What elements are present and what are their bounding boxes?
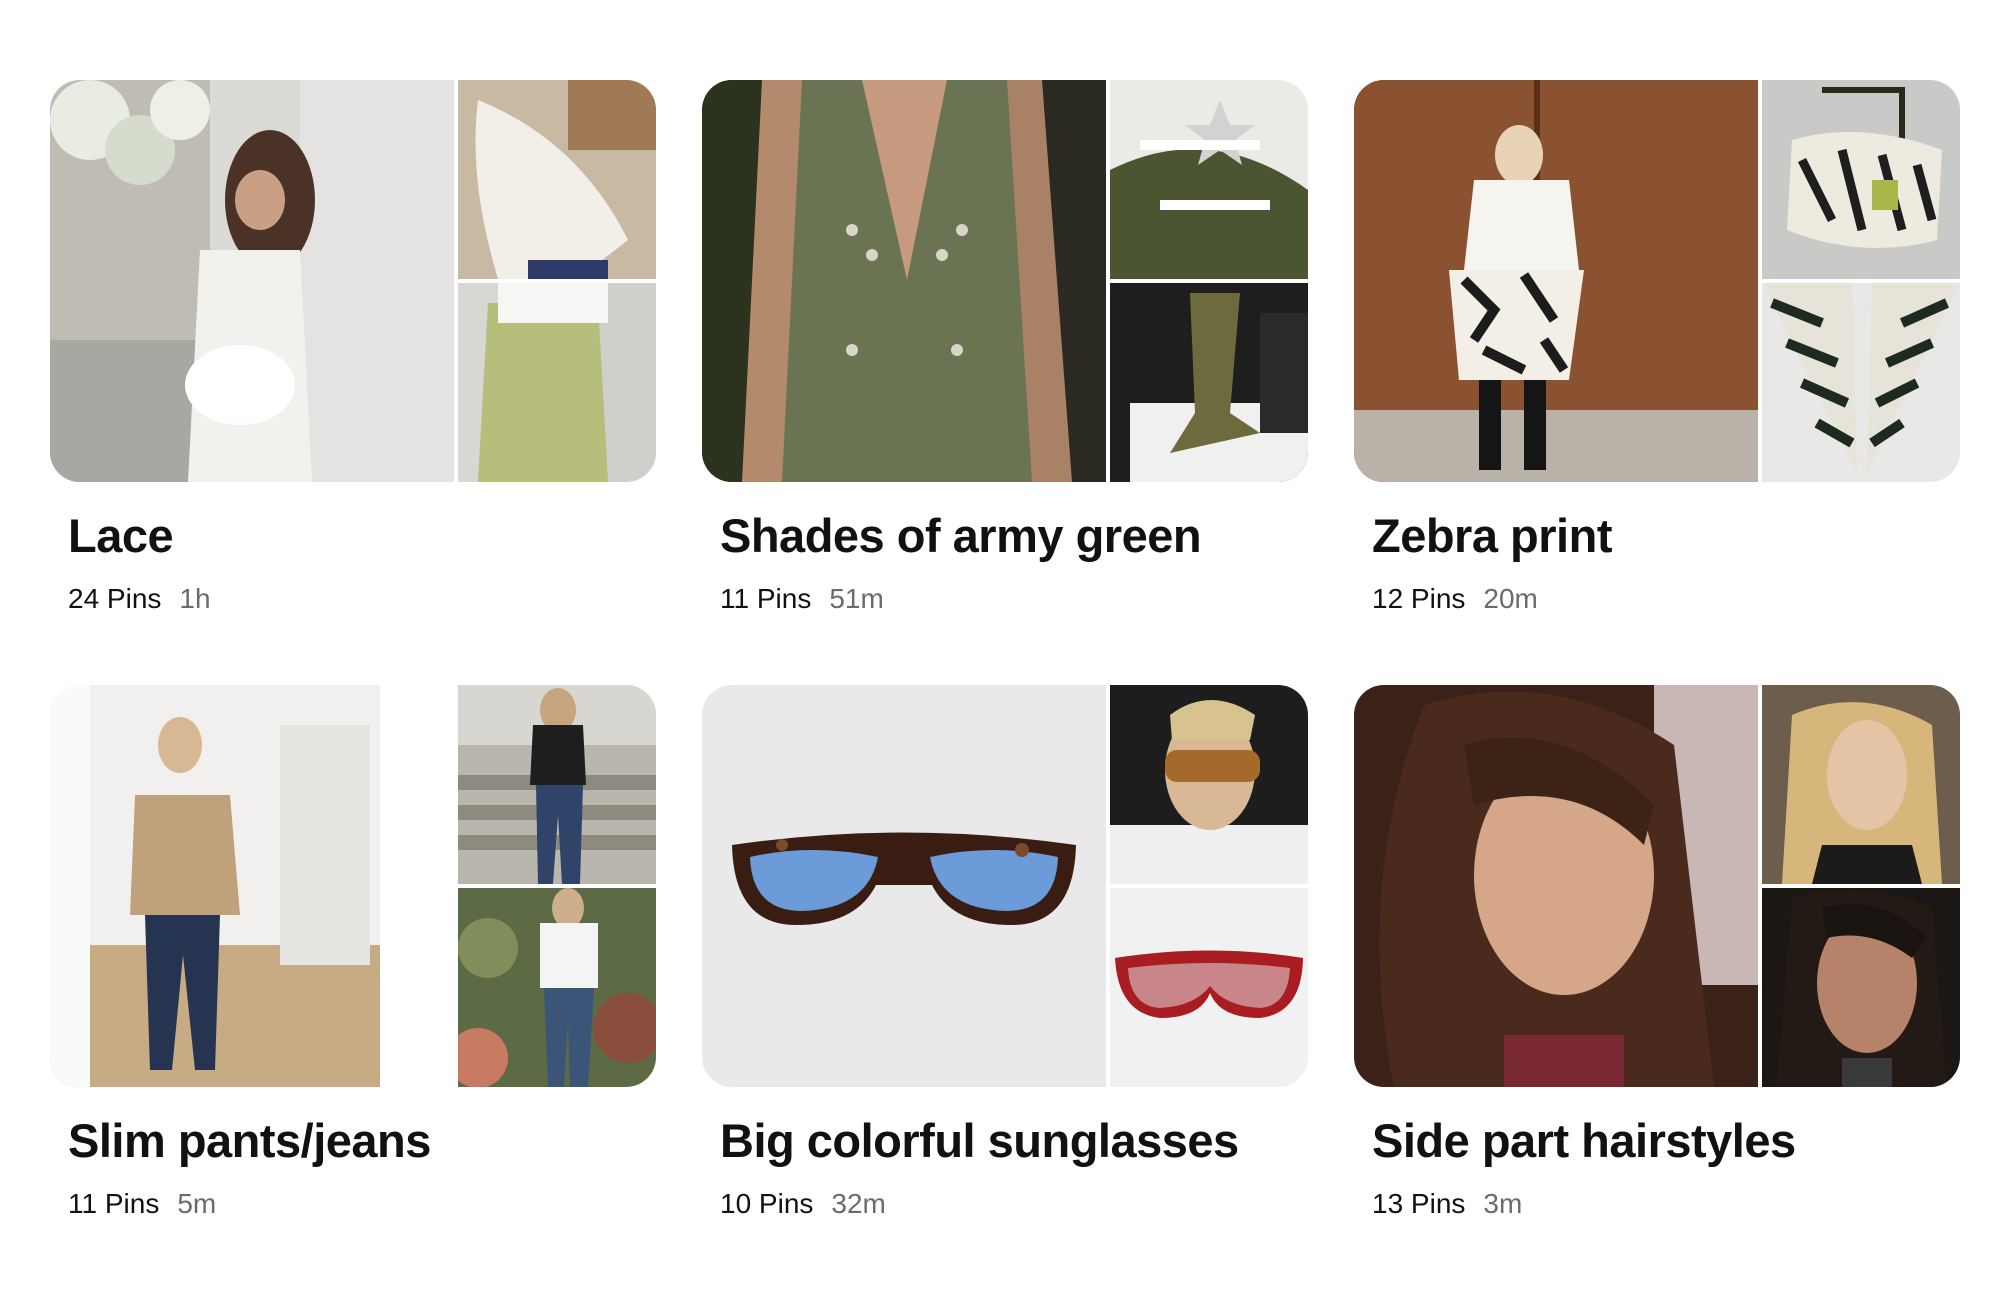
board-card-side-part[interactable]: Side part hairstyles 13 Pins 3m xyxy=(1354,685,1960,1290)
board-cover[interactable] xyxy=(50,80,656,482)
cover-image-bottom xyxy=(1762,283,1960,482)
board-cover[interactable] xyxy=(702,80,1308,482)
pin-count: 10 Pins xyxy=(720,1188,814,1220)
last-updated: 32m xyxy=(831,1188,886,1220)
cover-image-bottom xyxy=(458,283,656,482)
last-updated: 1h xyxy=(179,583,211,615)
cover-image-top xyxy=(1110,80,1308,279)
board-meta: 11 Pins 51m xyxy=(720,582,1308,616)
board-card-zebra-print[interactable]: Zebra print 12 Pins 20m xyxy=(1354,80,1960,685)
board-cover[interactable] xyxy=(50,685,656,1087)
cover-image-top xyxy=(1762,80,1960,279)
board-card-sunglasses[interactable]: Big colorful sunglasses 10 Pins 32m xyxy=(702,685,1308,1290)
cover-image-main xyxy=(702,80,1106,482)
board-cover[interactable] xyxy=(1354,80,1960,482)
board-meta: 10 Pins 32m xyxy=(720,1187,1308,1221)
pin-count: 11 Pins xyxy=(68,1188,160,1220)
board-title[interactable]: Lace xyxy=(68,508,656,564)
board-cover[interactable] xyxy=(702,685,1308,1087)
board-title[interactable]: Zebra print xyxy=(1372,508,1960,564)
cover-image-bottom xyxy=(1110,888,1308,1087)
board-title[interactable]: Side part hairstyles xyxy=(1372,1113,1960,1169)
board-title[interactable]: Slim pants/jeans xyxy=(68,1113,656,1169)
board-cover[interactable] xyxy=(1354,685,1960,1087)
pin-count: 13 Pins xyxy=(1372,1188,1466,1220)
cover-image-bottom xyxy=(1110,283,1308,482)
board-card-slim-pants[interactable]: Slim pants/jeans 11 Pins 5m xyxy=(50,685,656,1290)
board-meta: 11 Pins 5m xyxy=(68,1187,656,1221)
board-card-army-green[interactable]: Shades of army green 11 Pins 51m xyxy=(702,80,1308,685)
pin-count: 24 Pins xyxy=(68,583,162,615)
board-title[interactable]: Shades of army green xyxy=(720,508,1308,564)
cover-image-bottom xyxy=(458,888,656,1087)
cover-image-top xyxy=(1762,685,1960,884)
cover-image-top xyxy=(458,80,656,279)
cover-image-main xyxy=(50,80,454,482)
last-updated: 51m xyxy=(829,583,884,615)
cover-image-bottom xyxy=(1762,888,1960,1087)
last-updated: 20m xyxy=(1483,583,1538,615)
board-meta: 12 Pins 20m xyxy=(1372,582,1960,616)
cover-image-main xyxy=(50,685,454,1087)
cover-image-main xyxy=(1354,685,1758,1087)
board-title[interactable]: Big colorful sunglasses xyxy=(720,1113,1308,1169)
last-updated: 3m xyxy=(1483,1188,1523,1220)
board-card-lace[interactable]: Lace 24 Pins 1h xyxy=(50,80,656,685)
pin-count: 11 Pins xyxy=(720,583,812,615)
cover-image-main xyxy=(702,685,1106,1087)
board-meta: 24 Pins 1h xyxy=(68,582,656,616)
pin-count: 12 Pins xyxy=(1372,583,1466,615)
cover-image-top xyxy=(458,685,656,884)
last-updated: 5m xyxy=(177,1188,217,1220)
cover-image-main xyxy=(1354,80,1758,482)
board-meta: 13 Pins 3m xyxy=(1372,1187,1960,1221)
boards-grid: Lace 24 Pins 1h Shades of army green 11 … xyxy=(50,80,1960,1290)
cover-image-top xyxy=(1110,685,1308,884)
